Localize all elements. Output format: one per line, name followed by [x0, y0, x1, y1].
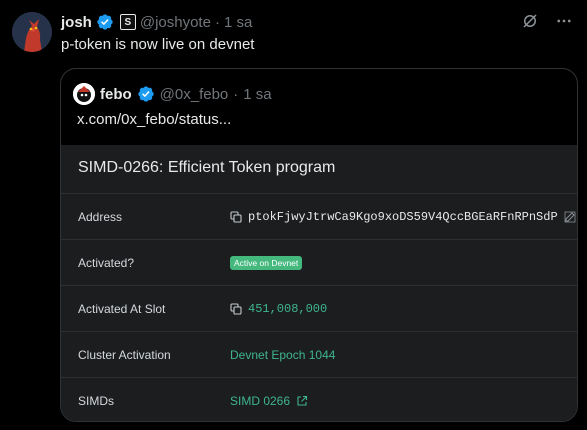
row-value: Devnet Epoch 1044: [230, 348, 335, 362]
quote-avatar-image: [73, 83, 95, 105]
quote-time[interactable]: 1 sa: [243, 86, 271, 103]
row-activated-at-slot: Activated At Slot 451,008,000: [61, 285, 577, 332]
row-label: SIMDs: [78, 394, 114, 408]
embedded-simd-panel: SIMD-0266: Efficient Token program Addre…: [61, 145, 577, 421]
row-address: Address ptokFjwyJtrwCa9Kgo9xoDS59V4QccBG…: [61, 193, 577, 240]
copy-icon[interactable]: [230, 303, 242, 315]
edit-icon[interactable]: [564, 211, 576, 223]
tweet-text: p-token is now live on devnet: [61, 36, 255, 53]
verified-icon: [97, 14, 113, 30]
row-simds: SIMDs SIMD 0266: [61, 377, 577, 421]
grok-icon[interactable]: [521, 12, 539, 30]
slot-value-link[interactable]: 451,008,000: [248, 302, 327, 316]
row-value: Active on Devnet: [230, 256, 303, 270]
quote-author-name[interactable]: febo: [100, 86, 132, 103]
external-link-icon[interactable]: [296, 395, 308, 407]
address-value[interactable]: ptokFjwyJtrwCa9Kgo9xoDS59V4QccBGEaRFnRPn…: [248, 210, 558, 224]
row-value: 451,008,000: [230, 302, 327, 316]
more-icon[interactable]: [555, 12, 573, 30]
panel-title: SIMD-0266: Efficient Token program: [78, 159, 336, 176]
row-label: Cluster Activation: [78, 348, 171, 362]
author-handle[interactable]: @joshyote: [140, 14, 211, 31]
tweet-time[interactable]: 1 sa: [224, 14, 252, 31]
tweet-actions: [521, 12, 573, 30]
row-value: ptokFjwyJtrwCa9Kgo9xoDS59V4QccBGEaRFnRPn…: [230, 210, 576, 224]
quoted-tweet-card[interactable]: febo @0x_febo · 1 sa x.com/0x_febo/statu…: [60, 68, 578, 422]
row-label: Activated At Slot: [78, 302, 166, 316]
row-activated: Activated? Active on Devnet: [61, 239, 577, 286]
status-badge: Active on Devnet: [230, 256, 303, 270]
quote-text[interactable]: x.com/0x_febo/status...: [77, 111, 231, 128]
avatar[interactable]: [12, 12, 52, 52]
quote-header: febo @0x_febo · 1 sa: [73, 83, 272, 105]
author-name[interactable]: josh: [61, 14, 92, 31]
row-label: Address: [78, 210, 123, 224]
row-cluster-activation: Cluster Activation Devnet Epoch 1044: [61, 331, 577, 378]
copy-icon[interactable]: [230, 211, 242, 223]
quote-avatar[interactable]: [73, 83, 95, 105]
quote-author-handle[interactable]: @0x_febo: [160, 86, 229, 103]
separator-dot: ·: [214, 13, 220, 31]
avatar-image: [12, 12, 52, 52]
simd-link[interactable]: SIMD 0266: [230, 394, 290, 408]
row-value: SIMD 0266: [230, 394, 308, 408]
tweet-header: josh S @joshyote · 1 sa: [61, 12, 252, 32]
epoch-link[interactable]: Devnet Epoch 1044: [230, 348, 335, 362]
verified-icon: [137, 86, 154, 102]
separator-dot: ·: [233, 85, 239, 103]
row-label: Activated?: [78, 256, 135, 270]
affiliate-badge-icon: S: [119, 14, 136, 30]
